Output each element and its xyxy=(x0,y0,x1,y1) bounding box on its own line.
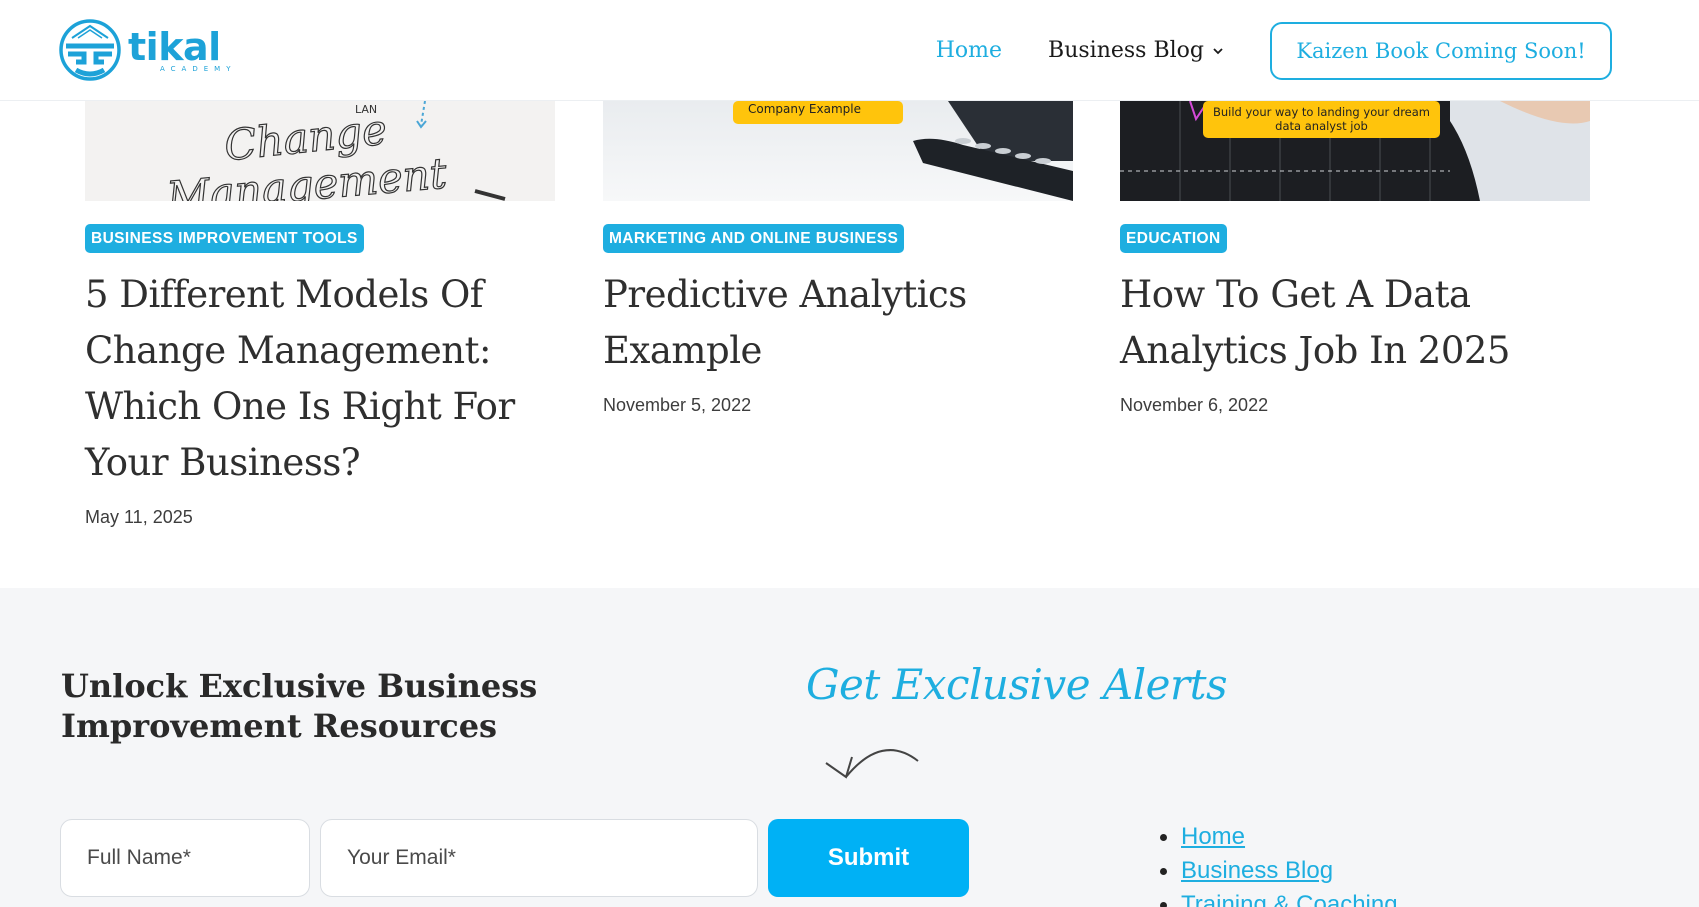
category-badge[interactable]: EDUCATION xyxy=(1120,224,1227,253)
full-name-input[interactable] xyxy=(60,819,310,897)
site-header: tikal ACADEMY Home Business Blog Kaizen … xyxy=(0,0,1699,101)
footer-link-business-blog[interactable]: Business Blog xyxy=(1181,854,1333,888)
submit-button[interactable]: Submit xyxy=(768,819,969,897)
footer-links: Home Business Blog Training & Coaching xyxy=(1160,820,1398,907)
post-thumbnail[interactable]: Build your way to landing your dream dat… xyxy=(1120,101,1590,201)
thumb-company-text: Company Example xyxy=(748,102,861,116)
footer-link-home[interactable]: Home xyxy=(1181,820,1245,854)
nav-business-blog-label: Business Blog xyxy=(1048,38,1204,63)
nav-home[interactable]: Home xyxy=(936,38,1002,63)
tikal-logo[interactable]: tikal ACADEMY xyxy=(58,18,236,82)
post-title[interactable]: 5 Different Models Of Change Management:… xyxy=(85,267,555,491)
post-date: November 6, 2022 xyxy=(1120,395,1269,415)
kaizen-book-button[interactable]: Kaizen Book Coming Soon! xyxy=(1270,21,1612,80)
post-card: LAN Change Management BUSINESS IMPROVEME… xyxy=(85,101,555,528)
chevron-down-icon xyxy=(1213,47,1223,54)
post-date: May 11, 2025 xyxy=(85,507,193,527)
category-badge[interactable]: BUSINESS IMPROVEMENT TOOLS xyxy=(85,224,364,253)
curved-arrow-icon xyxy=(825,749,919,779)
category-badge[interactable]: MARKETING AND ONLINE BUSINESS xyxy=(603,224,905,253)
footer-link-item: Home xyxy=(1160,820,1398,854)
post-thumbnail[interactable]: Company Example xyxy=(603,101,1073,201)
post-title[interactable]: Predictive Analytics Example xyxy=(603,267,1073,379)
footer-link-item: Training & Coaching xyxy=(1160,888,1398,907)
logo-name: tikal xyxy=(128,25,221,69)
post-thumbnail[interactable]: LAN Change Management xyxy=(85,101,555,201)
post-date: November 5, 2022 xyxy=(603,395,752,415)
footer-link-item: Business Blog xyxy=(1160,854,1398,888)
post-card: Company Example MARKETING AND ONLINE BUS… xyxy=(603,101,1073,416)
thumb-dream-job-text: Build your way to landing your dream dat… xyxy=(1212,105,1431,133)
logo-subtitle: ACADEMY xyxy=(160,65,237,73)
tikal-emblem-icon xyxy=(59,19,121,81)
nav-business-blog[interactable]: Business Blog xyxy=(1048,38,1224,63)
footer-link-training[interactable]: Training & Coaching xyxy=(1181,888,1398,907)
signup-section: Unlock Exclusive Business Improvement Re… xyxy=(0,588,1699,907)
exclusive-alerts-heading: Get Exclusive Alerts xyxy=(806,660,1228,709)
signup-heading: Unlock Exclusive Business Improvement Re… xyxy=(61,667,538,745)
main-nav: Home Business Blog Kaizen Book Coming So… xyxy=(936,0,1699,101)
post-card: Build your way to landing your dream dat… xyxy=(1120,101,1590,416)
post-title[interactable]: How To Get A Data Analytics Job In 2025 xyxy=(1120,267,1590,379)
email-input[interactable] xyxy=(320,819,758,897)
